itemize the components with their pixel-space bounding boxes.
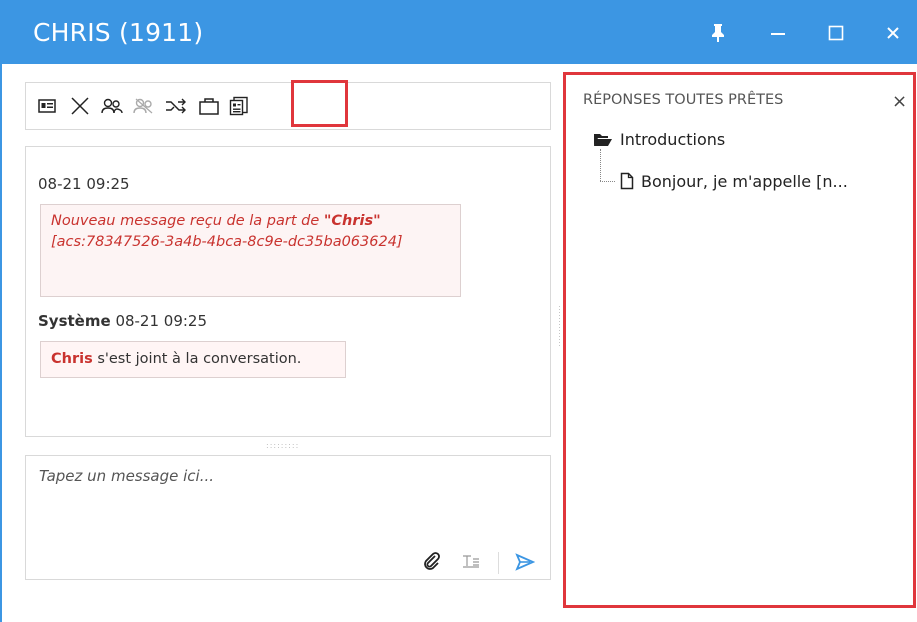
window-border — [0, 64, 2, 622]
conversation-panel: 08-21 09:25 Nouveau message reçu de la p… — [25, 146, 551, 437]
contact-card-icon[interactable] — [35, 93, 59, 119]
send-icon[interactable] — [515, 553, 536, 575]
tree-connector — [600, 149, 601, 181]
chat-toolbar — [25, 82, 551, 130]
maximize-icon[interactable] — [823, 20, 849, 46]
ready-responses-title: RÉPONSES TOUTES PRÊTES — [583, 92, 784, 108]
document-icon — [620, 172, 634, 194]
notice-name: "Chris" — [323, 213, 381, 229]
message-timestamp: 08-21 09:25 — [38, 175, 130, 193]
end-chat-icon[interactable] — [68, 93, 92, 119]
system-header: Système 08-21 09:25 — [38, 312, 207, 330]
compose-panel: Tapez un message ici... — [25, 455, 551, 580]
window-title: CHRIS (1911) — [33, 18, 204, 47]
response-item[interactable]: Bonjour, je m'appelle [n... — [641, 172, 848, 191]
tree-connector-branch — [600, 181, 615, 182]
ready-responses-panel: RÉPONSES TOUTES PRÊTES × Introductions B… — [563, 72, 916, 608]
conference-disabled-icon — [132, 93, 156, 119]
ready-responses-highlight — [291, 80, 348, 127]
briefcase-icon[interactable] — [197, 93, 221, 119]
attach-icon[interactable] — [423, 552, 441, 574]
title-bar: CHRIS (1911) — [0, 0, 917, 64]
join-name: Chris — [51, 351, 93, 367]
action-divider — [498, 552, 499, 574]
sender-name: Système — [38, 312, 111, 330]
notice-text: Nouveau message reçu de la part de — [51, 213, 324, 229]
notice-id: [acs:78347526-3a4b-4bca-8c9e-dc35ba06362… — [51, 234, 403, 250]
join-notice: Chris s'est joint à la conversation. — [40, 341, 346, 378]
open-folder-icon[interactable] — [593, 132, 612, 151]
text-format-icon[interactable] — [462, 553, 480, 573]
folder-introductions[interactable]: Introductions — [620, 130, 725, 149]
transfer-icon[interactable] — [164, 93, 188, 119]
pin-icon[interactable] — [705, 20, 731, 46]
close-icon[interactable] — [880, 20, 906, 46]
ready-responses-icon[interactable] — [227, 93, 251, 119]
splitter-handle-horizontal[interactable]: ::::::::: — [266, 441, 299, 450]
message-input[interactable]: Tapez un message ici... — [39, 467, 214, 485]
minimize-icon[interactable] — [765, 20, 791, 46]
conference-icon[interactable] — [100, 93, 124, 119]
system-timestamp: 08-21 09:25 — [115, 312, 208, 330]
join-text: s'est joint à la conversation. — [92, 351, 302, 367]
panel-close-button[interactable]: × — [892, 91, 907, 112]
new-message-notice: Nouveau message reçu de la part de "Chri… — [40, 204, 461, 297]
